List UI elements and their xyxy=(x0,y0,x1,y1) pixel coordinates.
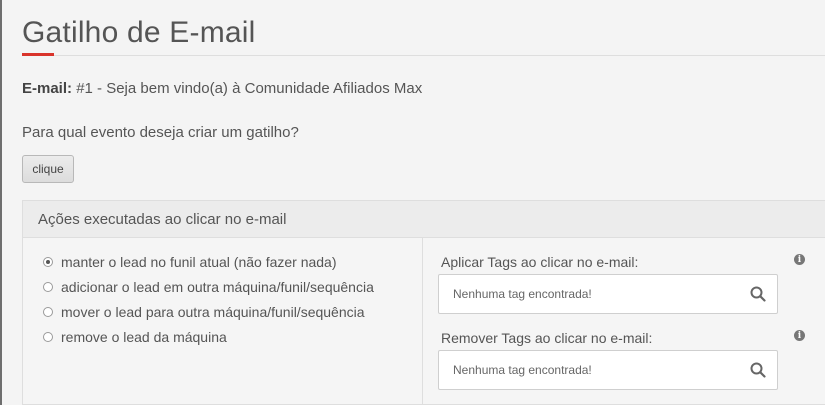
option-remove-lead[interactable]: remove o lead da máquina xyxy=(43,327,227,347)
email-label: E-mail: xyxy=(22,80,73,97)
radio-button-selected[interactable] xyxy=(43,257,53,267)
title-divider xyxy=(22,55,825,56)
search-icon[interactable] xyxy=(750,286,766,302)
remove-tags-label: Remover Tags ao clicar no e-mail: xyxy=(441,330,653,346)
option-add-lead[interactable]: adicionar o lead em outra máquina/funil/… xyxy=(43,277,374,297)
apply-tags-input[interactable]: Nenhuma tag encontrada! xyxy=(438,274,778,314)
info-icon[interactable]: i xyxy=(794,330,805,341)
window-edge xyxy=(0,0,2,405)
radio-button[interactable] xyxy=(43,282,53,292)
actions-panel: Ações executadas ao clicar no e-mail man… xyxy=(22,200,825,405)
email-name: #1 - Seja bem vindo(a) à Comunidade Afil… xyxy=(76,80,423,97)
search-icon[interactable] xyxy=(750,362,766,378)
remove-tags-input[interactable]: Nenhuma tag encontrada! xyxy=(438,350,778,390)
radio-button[interactable] xyxy=(43,307,53,317)
option-label: adicionar o lead em outra máquina/funil/… xyxy=(61,279,374,295)
option-move-lead[interactable]: mover o lead para outra máquina/funil/se… xyxy=(43,302,365,322)
event-click-button[interactable]: clique xyxy=(22,155,74,183)
info-icon[interactable]: i xyxy=(794,254,805,265)
title-accent-underline xyxy=(22,53,54,56)
option-label: mover o lead para outra máquina/funil/se… xyxy=(61,304,365,320)
option-label: remove o lead da máquina xyxy=(61,329,227,345)
actions-panel-body: manter o lead no funil atual (não fazer … xyxy=(23,238,825,405)
panel-column-divider xyxy=(422,238,423,405)
apply-tags-label: Aplicar Tags ao clicar no e-mail: xyxy=(441,254,639,270)
radio-button[interactable] xyxy=(43,332,53,342)
actions-panel-header: Ações executadas ao clicar no e-mail xyxy=(23,201,825,238)
email-info: E-mail: #1 - Seja bem vindo(a) à Comunid… xyxy=(22,80,422,97)
apply-tags-placeholder: Nenhuma tag encontrada! xyxy=(453,287,592,301)
option-keep-lead[interactable]: manter o lead no funil atual (não fazer … xyxy=(43,252,337,272)
remove-tags-placeholder: Nenhuma tag encontrada! xyxy=(453,363,592,377)
event-question: Para qual evento deseja criar um gatilho… xyxy=(22,124,299,141)
page-title: Gatilho de E-mail xyxy=(22,16,256,49)
option-label: manter o lead no funil atual (não fazer … xyxy=(61,254,337,270)
